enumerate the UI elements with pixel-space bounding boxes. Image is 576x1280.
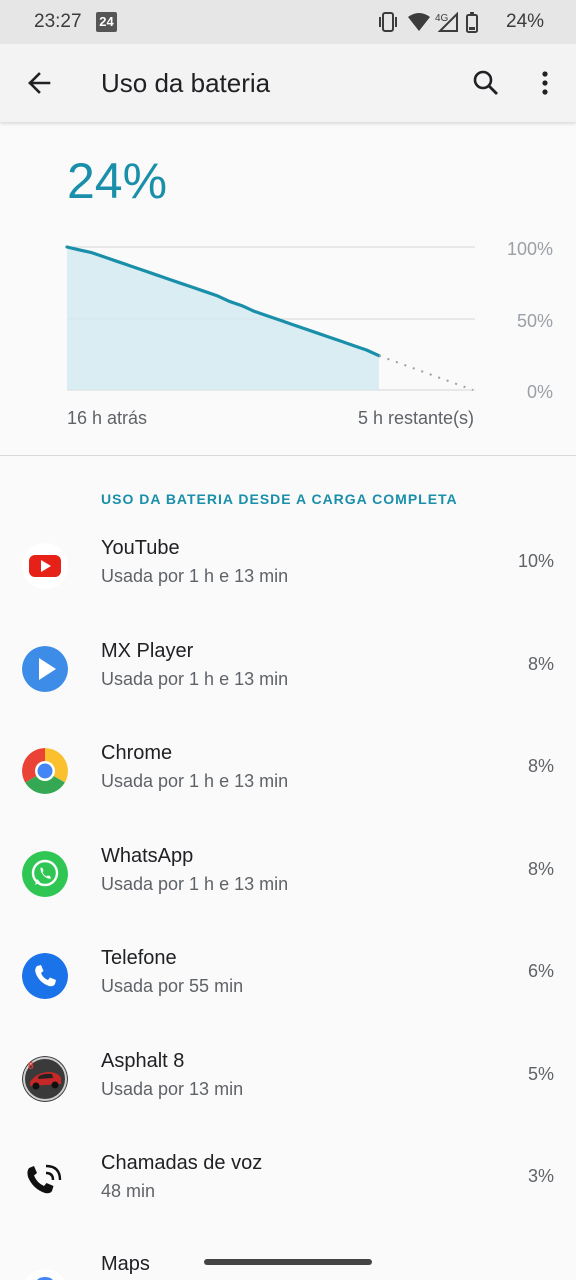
battery-percent-status: 24% <box>506 11 545 32</box>
app-name: Telefone <box>101 947 177 969</box>
app-usage: Usada por 1 h e 13 min <box>101 771 289 791</box>
app-name: MX Player <box>101 640 194 662</box>
app-bar: Uso da bateria <box>0 44 576 122</box>
app-row-asphalt-8[interactable]: 8 Asphalt 8 Usada por 13 min 5% <box>0 1034 576 1136</box>
maps-icon <box>25 1269 65 1280</box>
app-name: YouTube <box>101 537 180 559</box>
back-arrow-icon[interactable] <box>22 66 56 100</box>
app-percent: 6% <box>527 961 554 981</box>
app-row-mx-player[interactable]: MX Player Usada por 1 h e 13 min 8% <box>0 624 576 726</box>
svg-text:8: 8 <box>28 1061 34 1072</box>
network-type-label: 4G <box>435 13 449 24</box>
asphalt-icon: 8 <box>22 1056 68 1102</box>
battery-level: 24% <box>67 153 168 209</box>
whatsapp-icon <box>22 851 68 897</box>
app-usage: Usada por 55 min <box>101 976 244 996</box>
y-tick-label: 50% <box>517 311 553 331</box>
app-percent: 3% <box>527 1166 554 1186</box>
app-usage: 48 min <box>101 1181 156 1201</box>
phone-icon <box>22 953 68 999</box>
app-percent: 8% <box>527 756 554 776</box>
battery-projection-line <box>378 354 474 391</box>
app-name: Chrome <box>101 742 173 764</box>
divider <box>0 455 576 456</box>
mx-player-icon <box>22 646 68 692</box>
vibrate-icon <box>379 12 397 32</box>
page-title: Uso da bateria <box>101 68 271 98</box>
voice-call-icon <box>27 1164 62 1194</box>
status-time: 23:27 <box>34 11 82 32</box>
app-percent: 8% <box>527 654 554 674</box>
status-bar: 23:27 24 4G 24% <box>0 0 576 44</box>
chart-start-label: 16 h atrás <box>67 408 148 428</box>
section-header: USO DA BATERIA DESDE A CARGA COMPLETA <box>101 491 458 507</box>
app-usage: Usada por 1 h e 13 min <box>101 566 289 586</box>
app-name: WhatsApp <box>101 845 194 867</box>
more-options-icon[interactable] <box>528 66 562 100</box>
app-row-chrome[interactable]: Chrome Usada por 1 h e 13 min 8% <box>0 726 576 828</box>
chrome-icon <box>22 748 68 794</box>
app-percent: 5% <box>527 1064 554 1084</box>
app-row-youtube[interactable]: YouTube Usada por 1 h e 13 min 10% <box>0 521 576 623</box>
youtube-icon <box>22 543 68 589</box>
app-row-whatsapp[interactable]: WhatsApp Usada por 1 h e 13 min 8% <box>0 829 576 931</box>
status-icons: 4G <box>379 11 478 33</box>
app-name: Chamadas de voz <box>101 1152 263 1174</box>
app-percent: 8% <box>527 859 554 879</box>
app-row-chamadas-de-voz[interactable]: Chamadas de voz 48 min 3% <box>0 1136 576 1238</box>
app-usage: Usada por 1 h e 13 min <box>101 669 289 689</box>
app-row-telefone[interactable]: Telefone Usada por 55 min 6% <box>0 931 576 1033</box>
app-usage: Usada por 13 min <box>101 1079 244 1099</box>
app-name: Maps <box>101 1253 150 1275</box>
wifi-icon <box>408 13 430 31</box>
app-percent: 10% <box>517 551 554 571</box>
gesture-navigation-bar[interactable] <box>204 1259 372 1265</box>
y-tick-label: 100% <box>507 239 553 259</box>
chart-remaining-label: 5 h restante(s) <box>357 408 474 428</box>
app-name: Asphalt 8 <box>101 1050 185 1072</box>
search-icon[interactable] <box>469 66 503 100</box>
app-usage: Usada por 1 h e 13 min <box>101 874 289 894</box>
y-tick-label: 0% <box>527 382 553 402</box>
battery-icon <box>466 12 478 33</box>
calendar-notification-icon: 24 <box>96 12 117 32</box>
